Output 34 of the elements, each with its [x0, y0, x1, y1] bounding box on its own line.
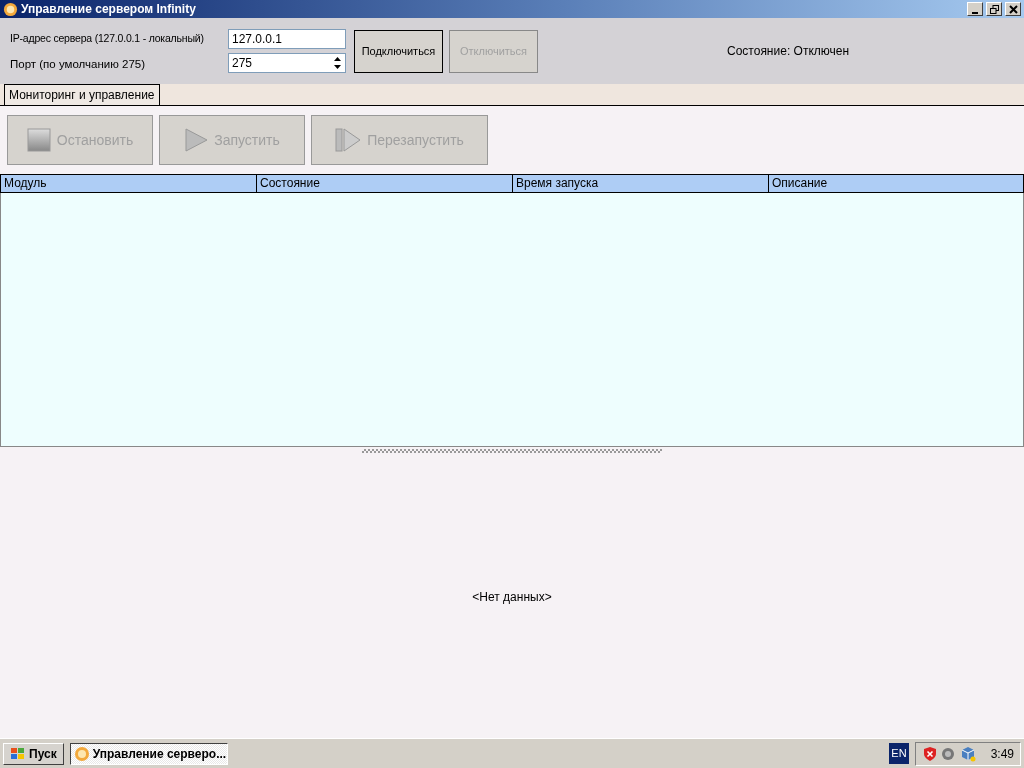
close-button[interactable]: [1005, 2, 1021, 16]
ip-field[interactable]: 127.0.0.1: [228, 29, 346, 49]
window-title: Управление сервером Infinity: [21, 1, 197, 18]
start-button[interactable]: Пуск: [3, 742, 64, 765]
empty-message: <Нет данных>: [472, 588, 552, 606]
speaker-icon[interactable]: [940, 745, 957, 762]
shield-icon[interactable]: [921, 745, 938, 762]
connect-button[interactable]: Подключиться: [354, 29, 443, 73]
splitter-grip[interactable]: [362, 449, 662, 453]
column-header[interactable]: Модуль: [1, 175, 257, 192]
stop-square-icon: [26, 128, 51, 152]
app-icon: [73, 745, 90, 762]
minimize-icon: [972, 11, 978, 14]
column-header[interactable]: Состояние: [257, 175, 513, 192]
app-icon: [3, 1, 18, 17]
minimize-button[interactable]: [967, 2, 983, 16]
restore-icon: [989, 4, 999, 14]
tab[interactable]: Мониторинг и управление: [4, 84, 160, 105]
cube-icon[interactable]: [959, 745, 976, 762]
flag-icon: [10, 746, 26, 761]
port-label: Порт (по умолчанию 275): [10, 57, 147, 72]
spin-arrows-icon: [333, 56, 342, 70]
restore-button[interactable]: [986, 2, 1002, 16]
ip-label: IP-адрес сервера (127.0.0.1 - локальный): [10, 31, 205, 46]
bar-and-triangle-icon: [335, 128, 362, 152]
close-icon: [1008, 4, 1018, 14]
clock: 3:49: [990, 745, 1014, 763]
connection-status: Состояние: Отключен: [727, 43, 850, 60]
column-header[interactable]: Описание: [769, 175, 1023, 192]
language-indicator[interactable]: EN: [889, 743, 909, 764]
column-header[interactable]: Время запуска: [513, 175, 769, 192]
taskbar-window-button[interactable]: Управление серверо...: [69, 742, 228, 765]
port-spinner[interactable]: 275: [228, 53, 346, 73]
play-triangle-icon: [184, 128, 209, 152]
